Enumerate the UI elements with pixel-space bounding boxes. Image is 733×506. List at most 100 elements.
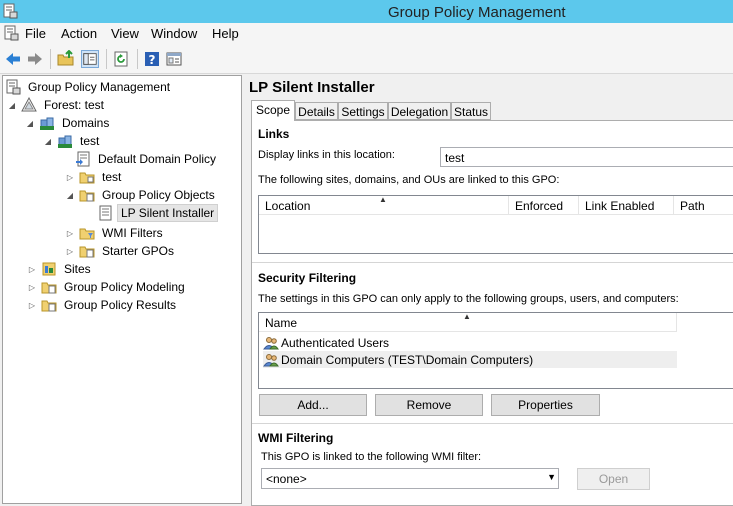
list-item[interactable]: Domain Computers (TEST\Domain Computers) [263, 351, 677, 368]
column-name[interactable]: Name ▲ [259, 313, 677, 332]
starter-gpo-folder-icon [79, 246, 95, 258]
wmi-filter-value: <none> [266, 472, 307, 486]
scope-panel: Links Display links in this location: te… [251, 120, 733, 506]
help-icon: ? [145, 52, 159, 67]
list-item-label: Authenticated Users [281, 335, 390, 350]
expanded-arrow-icon[interactable]: ◢ [25, 118, 35, 128]
collapsed-arrow-icon[interactable]: ▷ [27, 264, 37, 274]
group-policy-management-icon [6, 79, 21, 95]
sites-icon [42, 262, 56, 276]
open-button[interactable]: Open [577, 468, 650, 490]
tree-item-gpm-root[interactable]: Group Policy Management [5, 78, 173, 96]
collapsed-arrow-icon[interactable]: ▷ [27, 300, 37, 310]
links-description: The following sites, domains, and OUs ar… [258, 174, 560, 186]
tree-item-group-policy-results[interactable]: ▷ Group Policy Results [27, 296, 179, 314]
properties-button[interactable] [165, 50, 183, 68]
collapsed-arrow-icon[interactable]: ▷ [65, 246, 75, 256]
help-button[interactable]: ? [143, 50, 161, 68]
collapsed-arrow-icon[interactable]: ▷ [65, 228, 75, 238]
tree-item-label: Sites [64, 262, 91, 276]
tab-details[interactable]: Details [295, 102, 338, 120]
console-tree: Group Policy Management ◢ Forest: test ◢… [2, 75, 242, 504]
expanded-arrow-icon[interactable]: ◢ [7, 100, 17, 110]
menu-action[interactable]: Action [61, 26, 97, 41]
show-hide-tree-icon [83, 53, 97, 65]
menu-window[interactable]: Window [151, 26, 197, 41]
links-heading: Links [258, 127, 290, 141]
menu-file[interactable]: File [25, 26, 46, 41]
expanded-arrow-icon[interactable]: ◢ [43, 136, 53, 146]
tree-item-default-domain-policy[interactable]: Default Domain Policy [75, 150, 219, 168]
properties-button[interactable]: Properties [491, 394, 600, 416]
tree-item-label: Group Policy Results [64, 298, 177, 312]
gpo-icon [99, 205, 112, 221]
column-link-enabled[interactable]: Link Enabled [579, 196, 674, 215]
tree-item-label: test [80, 134, 100, 148]
sort-ascending-icon: ▲ [463, 312, 471, 321]
wmi-folder-icon [79, 228, 95, 240]
list-item[interactable]: Authenticated Users [263, 334, 677, 351]
tab-scope[interactable]: Scope [251, 100, 295, 121]
tree-item-label: Starter GPOs [102, 244, 175, 258]
tab-settings[interactable]: Settings [338, 102, 388, 120]
tab-delegation[interactable]: Delegation [388, 102, 451, 120]
back-button[interactable] [4, 50, 22, 68]
refresh-icon [114, 51, 128, 67]
display-links-label: Display links in this location: [258, 149, 395, 161]
tree-item-ou-test[interactable]: ▷ test [65, 168, 124, 186]
tree-item-starter-gpos[interactable]: ▷ Starter GPOs [65, 242, 177, 260]
security-filtering-list[interactable]: Name ▲ Authenticated Users Domain Compute… [258, 312, 733, 389]
tree-item-group-policy-modeling[interactable]: ▷ Group Policy Modeling [27, 278, 188, 296]
tree-item-forest[interactable]: ◢ Forest: test [7, 96, 107, 114]
links-list[interactable]: Location ▲ Enforced Link Enabled Path [258, 195, 733, 254]
users-group-icon [263, 336, 279, 349]
system-menu-icon[interactable] [3, 25, 19, 41]
tree-item-label: test [102, 170, 122, 184]
ou-folder-icon [79, 172, 95, 184]
tree-item-sites[interactable]: ▷ Sites [27, 260, 94, 278]
tree-item-label: Domains [62, 116, 110, 130]
collapsed-arrow-icon[interactable]: ▷ [65, 172, 75, 182]
toolbar: ? [0, 44, 733, 74]
section-divider [252, 423, 733, 424]
column-location[interactable]: Location ▲ [259, 196, 509, 215]
gpo-folder-icon [79, 190, 95, 202]
toolbar-separator [50, 49, 51, 69]
group-policy-app-icon [3, 3, 18, 19]
column-label: Name [265, 316, 298, 330]
up-folder-icon [57, 50, 74, 66]
tab-status[interactable]: Status [451, 102, 491, 120]
back-icon [6, 53, 20, 65]
details-pane: LP Silent Installer Scope Details Settin… [247, 75, 733, 506]
modeling-icon [41, 282, 57, 294]
column-path[interactable]: Path [674, 196, 733, 215]
gpo-link-icon [76, 151, 90, 167]
wmi-filtering-heading: WMI Filtering [258, 431, 334, 445]
display-links-location-field[interactable]: test [440, 147, 733, 167]
show-hide-tree-button[interactable] [81, 50, 99, 68]
menu-bar: File Action View Window Help [0, 23, 733, 44]
forest-icon [21, 97, 37, 112]
menu-view[interactable]: View [111, 26, 139, 41]
list-item-label: Domain Computers (TEST\Domain Computers) [281, 352, 534, 367]
security-filtering-description: The settings in this GPO can only apply … [258, 293, 679, 305]
collapsed-arrow-icon[interactable]: ▷ [27, 282, 37, 292]
tree-item-lp-silent-installer[interactable]: LP Silent Installer [97, 204, 219, 222]
expanded-arrow-icon[interactable]: ◢ [65, 190, 75, 200]
tree-item-domain-test[interactable]: ◢ test [43, 132, 102, 150]
window-title: Group Policy Management [388, 4, 566, 21]
column-enforced[interactable]: Enforced [509, 196, 579, 215]
tree-item-label: Forest: test [44, 98, 105, 112]
remove-button[interactable]: Remove [375, 394, 483, 416]
up-folder-button[interactable] [57, 50, 75, 68]
sort-ascending-icon: ▲ [379, 195, 387, 204]
tree-item-domains[interactable]: ◢ Domains [25, 114, 112, 132]
domain-icon [58, 135, 72, 148]
refresh-button[interactable] [112, 50, 130, 68]
tree-item-wmi-filters[interactable]: ▷ WMI Filters [65, 224, 166, 242]
add-button[interactable]: Add... [259, 394, 367, 416]
tree-item-group-policy-objects[interactable]: ◢ Group Policy Objects [65, 186, 218, 204]
menu-help[interactable]: Help [212, 26, 239, 41]
wmi-filter-select[interactable]: <none> ▼ [261, 468, 559, 489]
forward-button[interactable] [26, 50, 44, 68]
